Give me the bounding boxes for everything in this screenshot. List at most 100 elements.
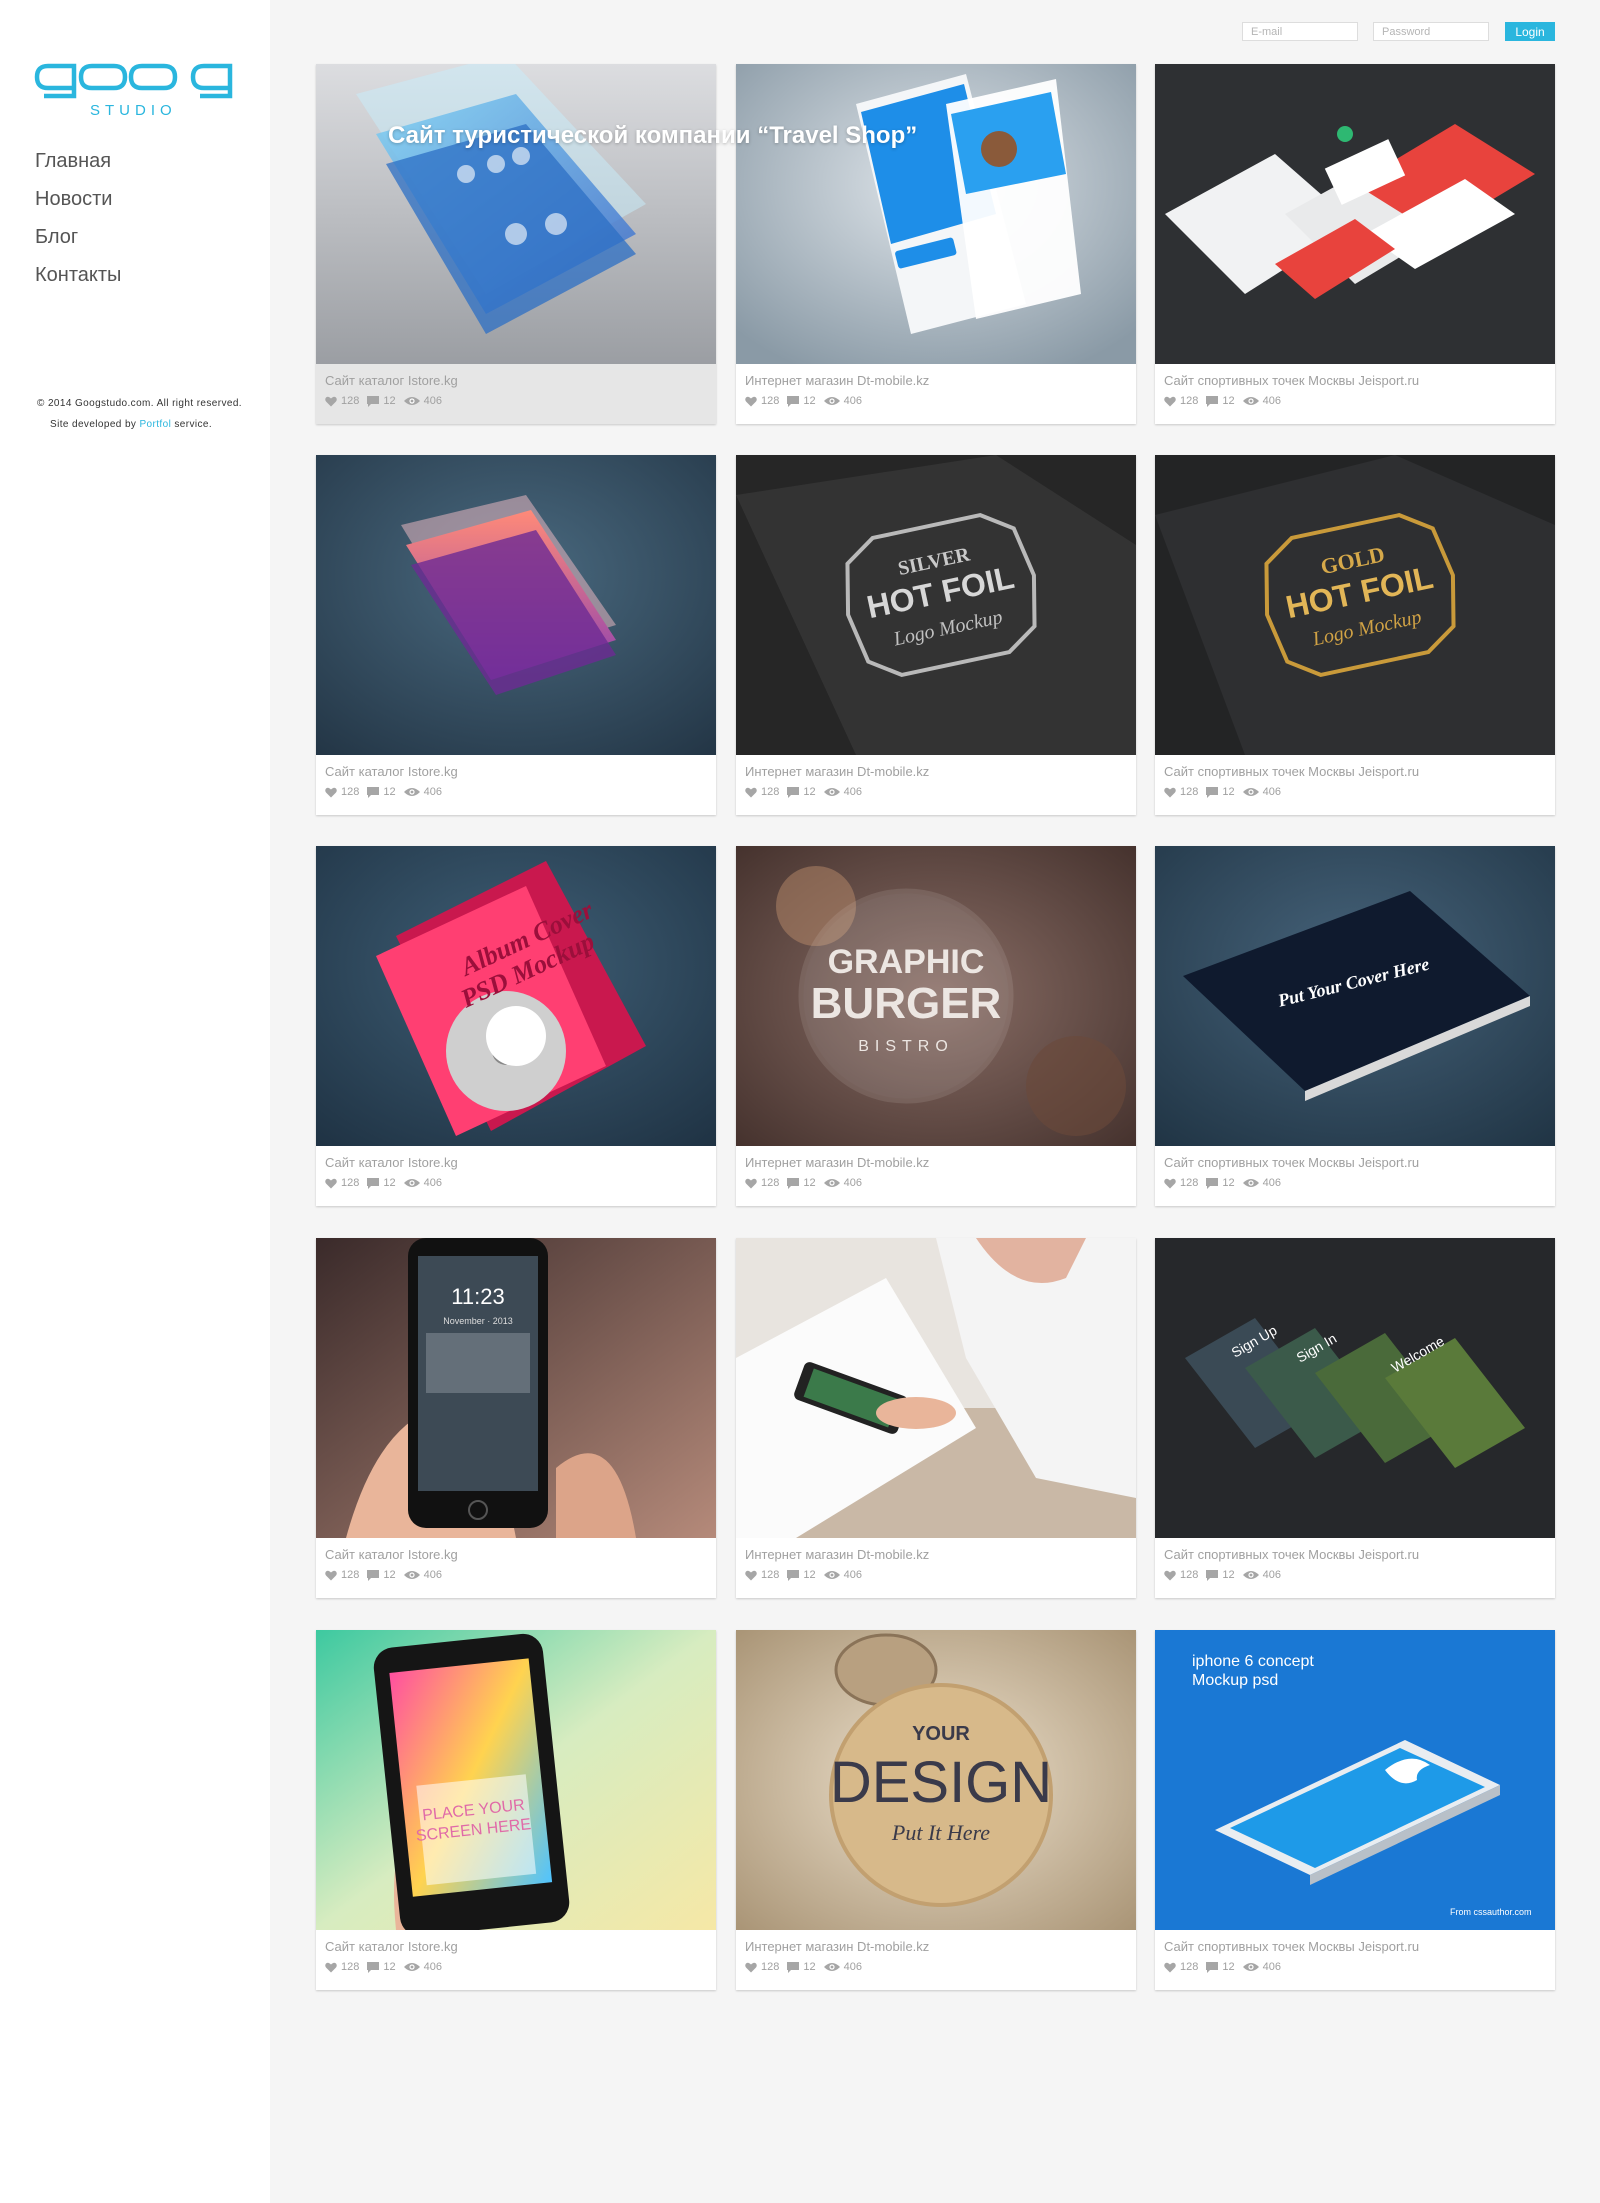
views-stat: 406 (1242, 1569, 1281, 1581)
comments-count: 12 (1222, 786, 1235, 798)
views-count: 406 (423, 786, 442, 798)
card-stats: 128 12 406 (745, 1569, 870, 1581)
card-stats: 128 12 406 (745, 395, 870, 407)
portfolio-card[interactable]: Интернет магазин Dt-mobile.kz 128 12 406 (736, 64, 1136, 424)
comments-stat: 12 (787, 1177, 816, 1189)
card-caption[interactable]: Сайт спортивных точек Москвы Jeisport.ru (1164, 373, 1419, 388)
password-field[interactable] (1373, 22, 1489, 41)
comments-stat: 12 (1206, 1569, 1235, 1581)
views-count: 406 (843, 1177, 862, 1189)
card-caption[interactable]: Сайт каталог Istore.kg (325, 1547, 458, 1562)
card-caption[interactable]: Сайт каталог Istore.kg (325, 1155, 458, 1170)
portfolio-card[interactable]: PLACE YOUR SCREEN HERE Сайт каталог Isto… (316, 1630, 716, 1990)
email-field[interactable] (1242, 22, 1358, 41)
portfolio-card[interactable]: SILVER HOT FOIL Logo Mockup Интернет маг… (736, 455, 1136, 815)
portfolio-card[interactable]: GOLD HOT FOIL Logo Mockup Сайт спортивны… (1155, 455, 1555, 815)
card-caption[interactable]: Интернет магазин Dt-mobile.kz (745, 764, 929, 779)
portfolio-card[interactable]: Интернет магазин Dt-mobile.kz 128 12 406 (736, 1238, 1136, 1598)
views-count: 406 (423, 1569, 442, 1581)
card-caption[interactable]: Сайт каталог Istore.kg (325, 373, 458, 388)
card-thumbnail[interactable] (316, 455, 716, 755)
copyright-text: © 2014 Googstudo.com. All right reserved… (37, 398, 242, 409)
card-caption[interactable]: Сайт спортивных точек Москвы Jeisport.ru (1164, 1939, 1419, 1954)
portfolio-card[interactable]: Put Your Cover Here Сайт спортивных точе… (1155, 846, 1555, 1206)
card-thumbnail[interactable]: YOUR DESIGN Put It Here (736, 1630, 1136, 1930)
card-thumbnail[interactable]: GRAPHIC BURGER BISTRO (736, 846, 1136, 1146)
portfolio-card[interactable]: Sign Up Sign In Welcome Сайт спортивных … (1155, 1238, 1555, 1598)
card-thumbnail[interactable] (316, 64, 716, 364)
eye-icon (403, 1179, 420, 1187)
card-stats: 128 12 406 (325, 1569, 450, 1581)
portfolio-card[interactable]: Сайт каталог Istore.kg 128 12 406 (316, 455, 716, 815)
card-stats: 128 12 406 (745, 1177, 870, 1189)
eye-icon (403, 1571, 420, 1579)
heart-icon (325, 787, 337, 797)
card-thumbnail[interactable]: iphone 6 concept Mockup psd From cssauth… (1155, 1630, 1555, 1930)
eye-icon (823, 397, 840, 405)
nav-item-home[interactable]: Главная (35, 142, 121, 180)
portfolio-card[interactable]: GRAPHIC BURGER BISTRO Интернет магазин D… (736, 846, 1136, 1206)
card-caption[interactable]: Сайт спортивных точек Москвы Jeisport.ru (1164, 764, 1419, 779)
login-button[interactable]: Login (1505, 22, 1555, 41)
portfolio-card[interactable]: 11:23 November · 2013 Сайт каталог Istor… (316, 1238, 716, 1598)
login-form: Login (1242, 22, 1555, 41)
card-caption[interactable]: Сайт каталог Istore.kg (325, 764, 458, 779)
card-caption[interactable]: Интернет магазин Dt-mobile.kz (745, 1155, 929, 1170)
card-thumbnail[interactable]: Sign Up Sign In Welcome (1155, 1238, 1555, 1538)
card-stats: 128 12 406 (745, 786, 870, 798)
comment-icon (367, 1177, 380, 1189)
portfol-link[interactable]: Portfol (139, 419, 171, 430)
nav-item-news[interactable]: Новости (35, 180, 121, 218)
views-stat: 406 (823, 1569, 862, 1581)
comment-icon (787, 395, 800, 407)
likes-stat: 128 (1164, 1177, 1198, 1189)
comment-icon (1206, 1177, 1219, 1189)
comment-icon (367, 1569, 380, 1581)
views-stat: 406 (823, 1177, 862, 1189)
card-thumbnail[interactable]: PLACE YOUR SCREEN HERE (316, 1630, 716, 1930)
card-thumbnail[interactable]: GOLD HOT FOIL Logo Mockup (1155, 455, 1555, 755)
card-caption[interactable]: Сайт каталог Istore.kg (325, 1939, 458, 1954)
card-caption[interactable]: Интернет магазин Dt-mobile.kz (745, 1547, 929, 1562)
portfolio-card[interactable]: Сайт каталог Istore.kg 128 12 406 (316, 64, 716, 424)
card-stats: 128 12 406 (1164, 786, 1289, 798)
eye-icon (403, 1963, 420, 1971)
views-count: 406 (843, 1569, 862, 1581)
eye-icon (823, 788, 840, 796)
views-stat: 406 (823, 1961, 862, 1973)
card-thumbnail[interactable]: SILVER HOT FOIL Logo Mockup (736, 455, 1136, 755)
comments-count: 12 (803, 1177, 816, 1189)
footer-copyright: © 2014 Googstudo.com. All right reserved… (37, 393, 242, 435)
eye-icon (403, 397, 420, 405)
portfolio-card[interactable]: Сайт спортивных точек Москвы Jeisport.ru… (1155, 64, 1555, 424)
views-count: 406 (843, 1961, 862, 1973)
comment-icon (1206, 1569, 1219, 1581)
comments-count: 12 (803, 1961, 816, 1973)
card-thumbnail[interactable] (736, 64, 1136, 364)
likes-count: 128 (761, 395, 780, 407)
logo[interactable]: STUDIO (34, 60, 238, 120)
nav-item-blog[interactable]: Блог (35, 218, 121, 256)
portfolio-card[interactable]: YOUR DESIGN Put It Here Интернет магазин… (736, 1630, 1136, 1990)
nav-item-contacts[interactable]: Контакты (35, 256, 121, 294)
card-thumbnail[interactable]: 11:23 November · 2013 (316, 1238, 716, 1538)
views-count: 406 (843, 786, 862, 798)
portfolio-card[interactable]: Album Cover PSD Mockup Сайт каталог Isto… (316, 846, 716, 1206)
card-thumbnail[interactable]: Put Your Cover Here (1155, 846, 1555, 1146)
card-thumbnail[interactable]: Album Cover PSD Mockup (316, 846, 716, 1146)
card-stats: 128 12 406 (325, 1177, 450, 1189)
portfolio-card[interactable]: iphone 6 concept Mockup psd From cssauth… (1155, 1630, 1555, 1990)
comments-count: 12 (383, 1177, 396, 1189)
card-caption[interactable]: Интернет магазин Dt-mobile.kz (745, 1939, 929, 1954)
card-thumbnail[interactable] (1155, 64, 1555, 364)
card-thumbnail[interactable] (736, 1238, 1136, 1538)
likes-stat: 128 (325, 786, 359, 798)
views-count: 406 (843, 395, 862, 407)
likes-count: 128 (1180, 1177, 1199, 1189)
views-stat: 406 (823, 395, 862, 407)
card-caption[interactable]: Сайт спортивных точек Москвы Jeisport.ru (1164, 1547, 1419, 1562)
eye-icon (403, 788, 420, 796)
card-caption[interactable]: Интернет магазин Dt-mobile.kz (745, 373, 929, 388)
views-count: 406 (1262, 786, 1281, 798)
card-caption[interactable]: Сайт спортивных точек Москвы Jeisport.ru (1164, 1155, 1419, 1170)
